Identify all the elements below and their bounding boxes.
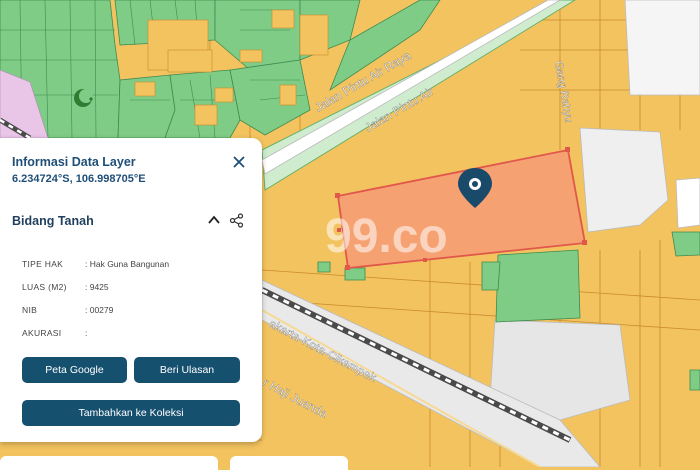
row-value: : 00279 <box>85 305 114 315</box>
close-icon[interactable] <box>232 155 246 169</box>
bottom-card-left[interactable] <box>0 456 218 470</box>
white-lot-northeast <box>624 0 700 96</box>
row-label: AKURASI <box>22 328 62 338</box>
share-icon[interactable] <box>229 213 244 228</box>
white-road-far-east <box>675 177 700 229</box>
row-value: : <box>85 328 88 338</box>
coordinates-text: 6.234724°S, 106.998705°E <box>12 173 146 185</box>
row-value: : 9425 <box>85 282 109 292</box>
bottom-card-right[interactable] <box>230 456 348 470</box>
section-title: Bidang Tanah <box>12 214 94 228</box>
row-label: NIB <box>22 305 38 315</box>
panel-title: Informasi Data Layer <box>12 155 136 169</box>
row-value: : Hak Guna Bangunan <box>85 259 170 269</box>
review-button[interactable]: Beri Ulasan <box>134 357 240 383</box>
row-label: LUAS (M2) <box>22 282 67 292</box>
chevron-up-icon[interactable] <box>207 214 221 226</box>
watermark-logo: 99.co <box>325 210 448 263</box>
info-panel: Informasi Data Layer 6.234724°S, 106.998… <box>0 138 262 442</box>
row-label: TIPE HAK <box>22 259 64 269</box>
google-maps-button[interactable]: Peta Google <box>22 357 127 383</box>
add-to-collection-button[interactable]: Tambahkan ke Koleksi <box>22 400 240 426</box>
